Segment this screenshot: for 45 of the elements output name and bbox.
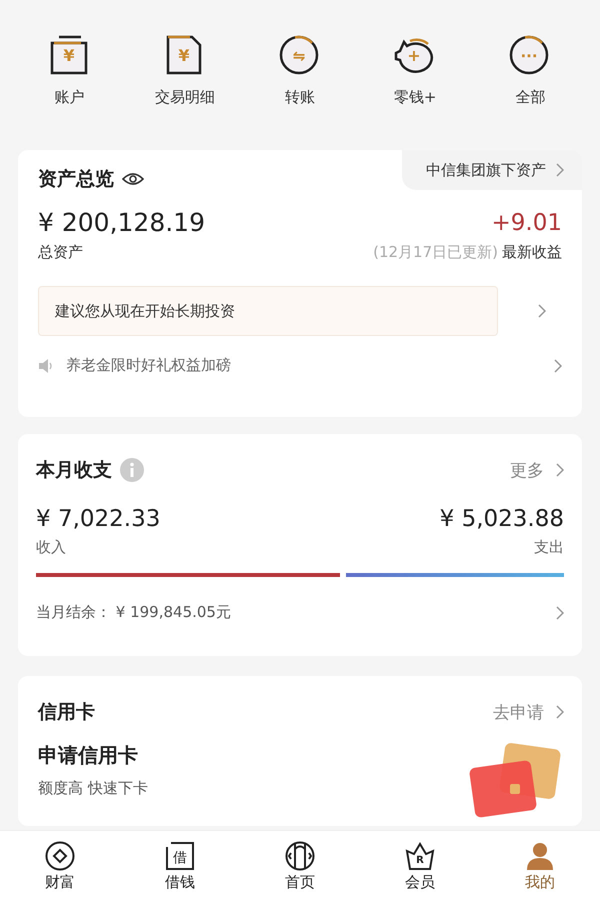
- quick-action-button[interactable]: ¥ 账户: [20, 34, 120, 116]
- expense-amount: ¥ 5,023.88: [440, 506, 564, 532]
- expense-label: 支出: [534, 538, 564, 557]
- quick-action-button[interactable]: + 零钱+: [365, 34, 466, 116]
- quick-action-button[interactable]: ⇋ 转账: [250, 34, 350, 116]
- nav-tab[interactable]: 借 借钱: [140, 840, 220, 892]
- apply-link[interactable]: 去申请: [493, 700, 564, 724]
- nav-tab[interactable]: 财富: [20, 840, 100, 892]
- income-label: 收入: [36, 538, 66, 557]
- quick-action-button[interactable]: ¥ 交易明细: [134, 34, 235, 116]
- chevron-right-icon: [556, 705, 564, 719]
- chevron-right-icon: [556, 463, 564, 477]
- earnings-amount: +9.01: [492, 210, 562, 236]
- section-title: 本月收支: [36, 458, 112, 483]
- info-icon: [120, 458, 144, 482]
- total-assets-label: 总资产: [38, 243, 83, 262]
- more-link[interactable]: 更多: [510, 458, 564, 482]
- update-date: (12月17日已更新): [373, 243, 498, 262]
- coin-icon: [45, 840, 75, 870]
- crown-icon: R: [405, 840, 435, 870]
- chevron-right-icon: [538, 304, 546, 318]
- group-assets-tab[interactable]: 中信集团旗下资产: [402, 150, 582, 190]
- section-title: 信用卡: [38, 700, 95, 725]
- person-icon: [525, 840, 555, 870]
- gate-icon: [285, 840, 315, 870]
- circle-icon: ⇋: [278, 34, 321, 76]
- promo-subtitle: 额度高 快速下卡: [38, 779, 148, 798]
- earnings-label: 最新收益: [502, 243, 562, 262]
- nav-tab[interactable]: R 会员: [380, 840, 460, 892]
- total-assets-amount: ¥ 200,128.19: [38, 208, 205, 237]
- tab-label: 中信集团旗下资产: [426, 160, 546, 180]
- notice-text[interactable]: 养老金限时好礼权益加磅: [66, 356, 542, 375]
- eye-icon: [122, 171, 144, 187]
- month-balance: 当月结余： ¥ 199,845.05元: [36, 603, 231, 622]
- chevron-right-icon: [556, 163, 564, 177]
- chevron-right-icon: [554, 358, 562, 372]
- income-amount: ¥ 7,022.33: [36, 506, 160, 532]
- speaker-icon: [38, 358, 54, 372]
- quick-action-button[interactable]: ··· 全部: [480, 34, 580, 116]
- investment-tip[interactable]: 建议您从现在开始长期投资: [38, 286, 498, 336]
- section-title: 资产总览: [38, 167, 114, 192]
- nav-tab[interactable]: 首页: [260, 840, 340, 892]
- promo-headline: 申请信用卡: [38, 742, 139, 769]
- nav-tab[interactable]: 我的: [500, 840, 580, 892]
- chevron-right-icon: [556, 606, 564, 620]
